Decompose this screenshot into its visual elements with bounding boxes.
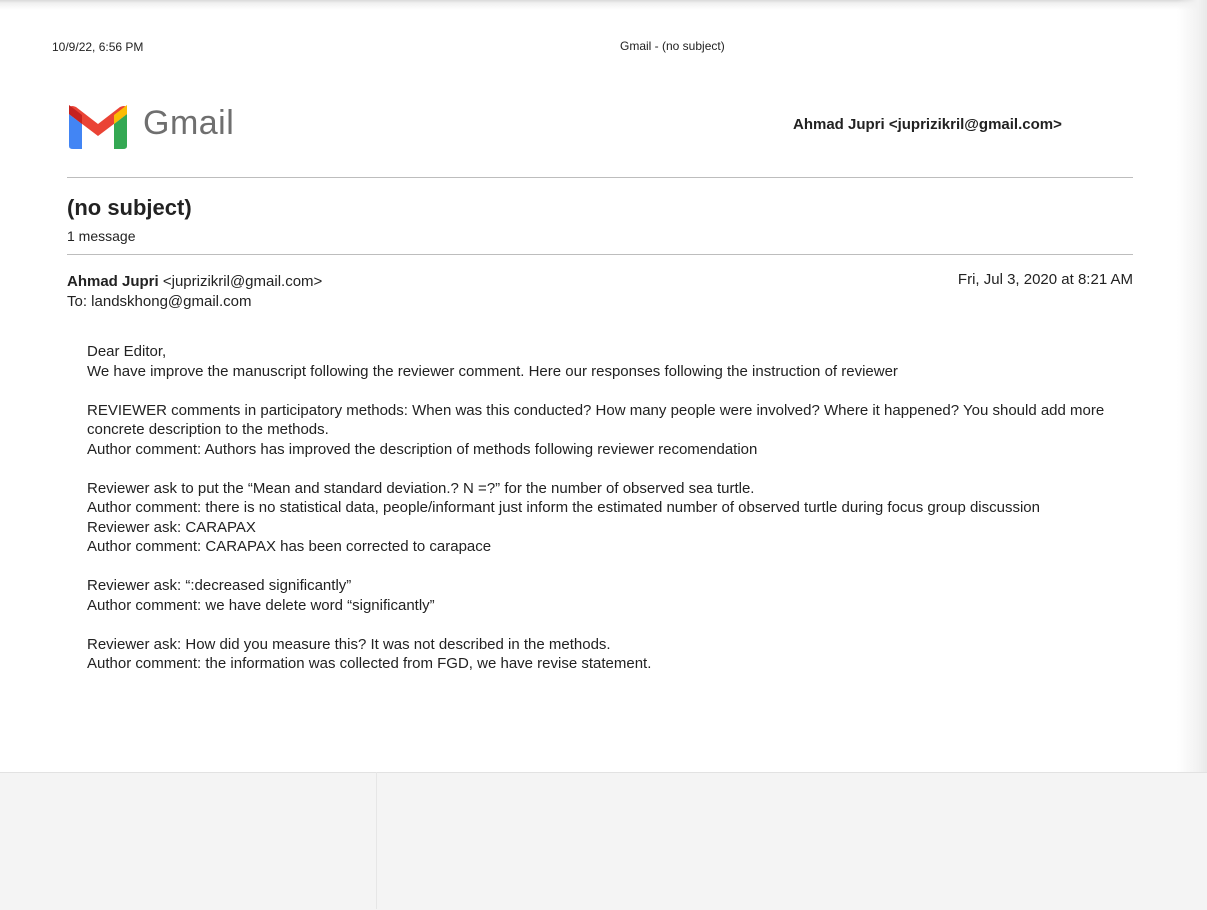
paragraph-statistics: Reviewer ask to put the “Mean and standa… <box>87 479 1147 557</box>
scan-top-edge <box>0 0 1207 10</box>
reviewer-comment: Reviewer ask: CARAPAX <box>87 518 256 536</box>
print-page-title: Gmail - (no subject) <box>620 39 725 53</box>
reviewer-comment: Reviewer ask: “:decreased significantly” <box>87 577 352 594</box>
account-email: Ahmad Jupri <juprizikril@gmail.com> <box>793 116 1062 133</box>
sender-email: <juprizikril@gmail.com> <box>162 273 323 290</box>
body-line: Dear Editor, <box>87 343 167 360</box>
message-body: Dear Editor, We have improve the manuscr… <box>87 342 1147 693</box>
divider <box>67 177 1133 178</box>
paragraph-measurement: Reviewer ask: How did you measure this? … <box>87 635 1147 674</box>
author-comment: Author comment: CARAPAX has been correct… <box>87 538 492 555</box>
thread-subject: (no subject) <box>67 195 192 220</box>
sender-name: Ahmad Jupri <box>67 273 159 290</box>
reviewer-comment: Reviewer ask: How did you measure this? … <box>87 635 611 653</box>
body-line: We have improve the manuscript following… <box>87 362 898 380</box>
author-comment: Author comment: we have delete word “sig… <box>87 596 435 614</box>
reviewer-comment: Reviewer ask to put the “Mean and standa… <box>87 479 755 497</box>
author-comment: Author comment: there is no statistical … <box>87 499 1040 516</box>
author-comment: Author comment: Authors has improved the… <box>87 440 758 458</box>
gmail-m-icon <box>67 104 129 150</box>
scan-fold-line <box>376 772 377 909</box>
scan-blank-area <box>0 772 1207 910</box>
message-date: Fri, Jul 3, 2020 at 8:21 AM <box>957 271 1133 288</box>
author-comment: Author comment: the information was coll… <box>87 655 652 672</box>
sender: Ahmad Jupri <juprizikril@gmail.com> <box>67 273 322 290</box>
reviewer-comment: REVIEWER comments in participatory metho… <box>87 401 1105 439</box>
divider <box>67 254 1133 255</box>
print-datetime: 10/9/22, 6:56 PM <box>52 40 144 54</box>
message-count: 1 message <box>67 228 136 244</box>
recipient: To: landskhong@gmail.com <box>67 293 252 310</box>
paragraph-significance: Reviewer ask: “:decreased significantly”… <box>87 576 1147 615</box>
paragraph-greeting: Dear Editor, We have improve the manuscr… <box>87 342 1147 381</box>
paragraph-methods: REVIEWER comments in participatory metho… <box>87 401 1147 460</box>
gmail-wordmark: Gmail <box>143 104 235 142</box>
